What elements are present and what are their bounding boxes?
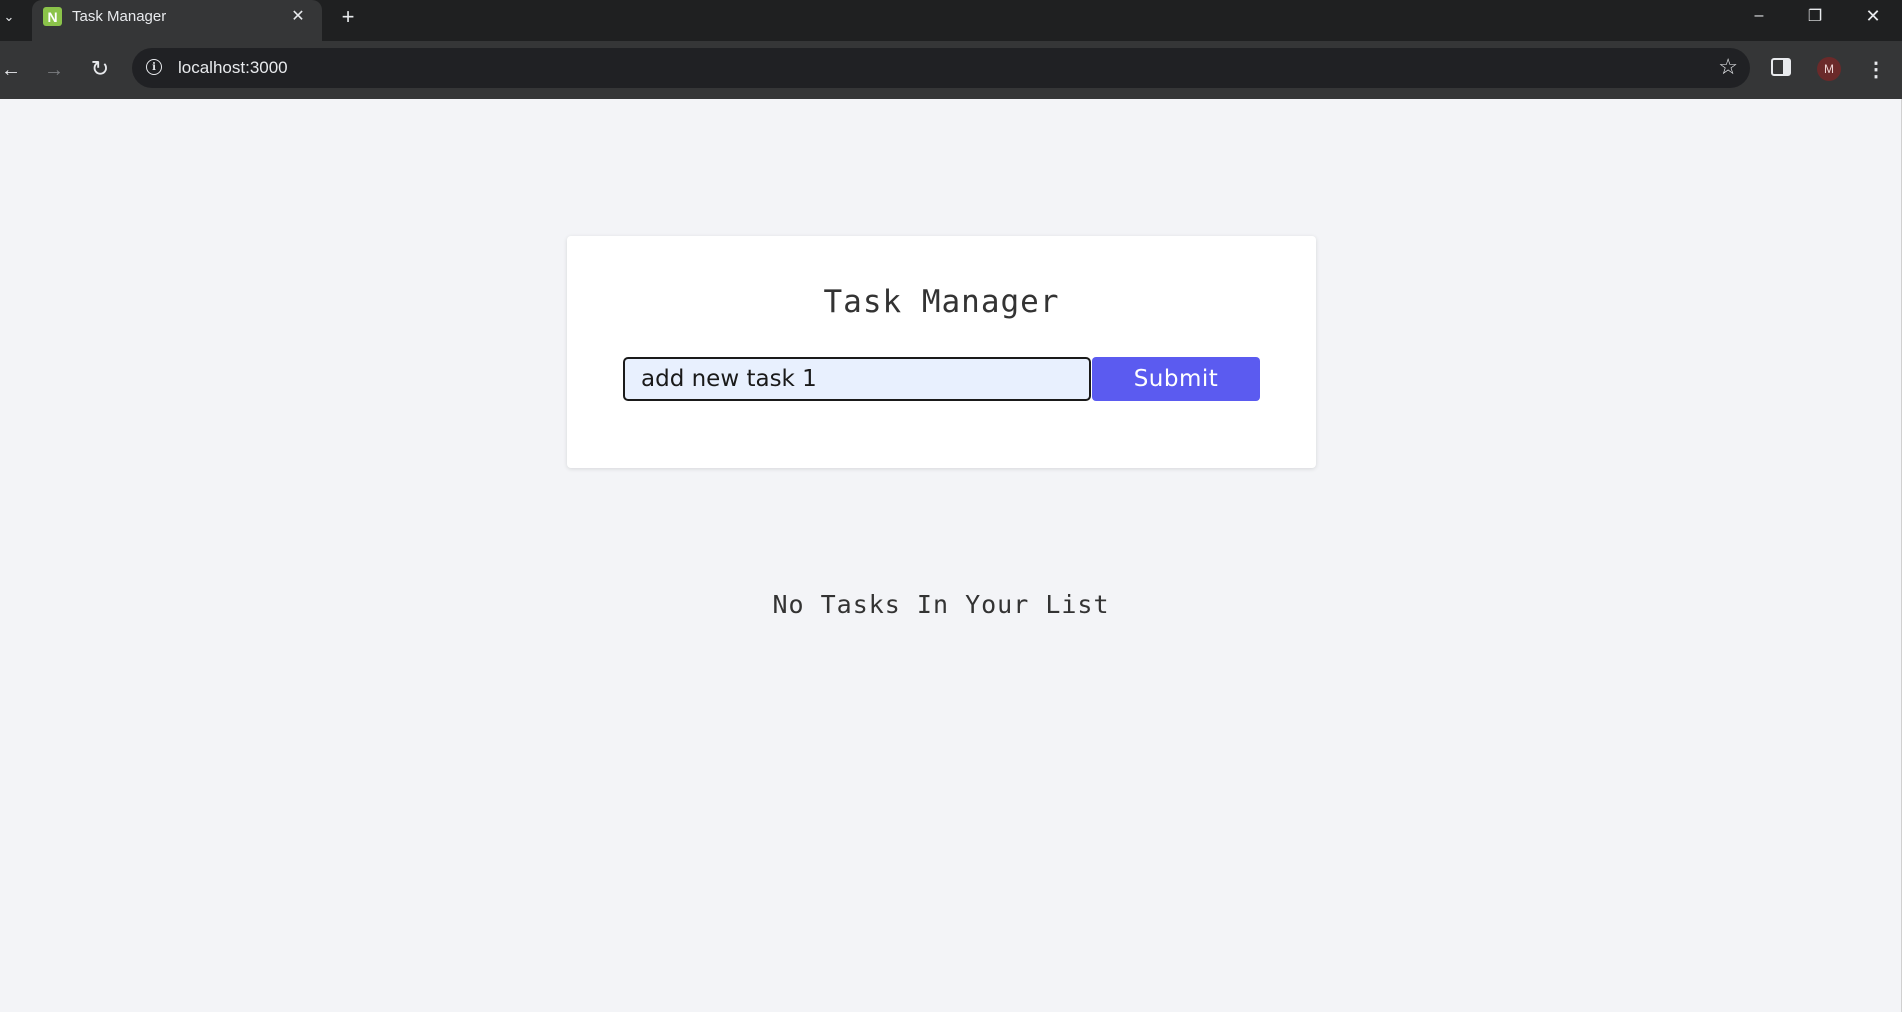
empty-list-message: No Tasks In Your List bbox=[772, 590, 1110, 619]
submit-button[interactable]: Submit bbox=[1092, 357, 1260, 401]
tab-strip: ⌄ N Task Manager ✕ + ‒ ❐ ✕ bbox=[0, 0, 1902, 41]
side-panel-icon[interactable] bbox=[1771, 58, 1791, 76]
page-title: Task Manager bbox=[823, 284, 1060, 320]
close-window-icon[interactable]: ✕ bbox=[1845, 0, 1901, 32]
reload-icon[interactable]: ↻ bbox=[85, 54, 115, 84]
info-icon[interactable]: i bbox=[146, 59, 162, 75]
kebab-menu-icon[interactable]: ⋮ bbox=[1866, 56, 1886, 82]
close-icon[interactable]: ✕ bbox=[286, 4, 310, 28]
avatar[interactable]: M bbox=[1817, 57, 1841, 81]
favicon-icon: N bbox=[43, 7, 62, 26]
task-form-card: Task Manager Submit bbox=[567, 236, 1316, 468]
task-input[interactable] bbox=[623, 357, 1091, 401]
star-icon[interactable]: ☆ bbox=[1718, 54, 1738, 80]
minimize-icon[interactable]: ‒ bbox=[1731, 0, 1787, 32]
url-text[interactable]: localhost:3000 bbox=[178, 58, 288, 78]
browser-tab[interactable]: N Task Manager ✕ bbox=[32, 0, 322, 41]
plus-icon[interactable]: + bbox=[334, 3, 362, 31]
chevron-down-icon[interactable]: ⌄ bbox=[0, 6, 18, 28]
browser-toolbar: ← → ↻ i localhost:3000 ☆ bbox=[0, 41, 1902, 99]
tab-title: Task Manager bbox=[72, 8, 167, 25]
forward-arrow-icon[interactable]: → bbox=[39, 55, 69, 85]
restore-icon[interactable]: ❐ bbox=[1787, 0, 1843, 32]
address-bar[interactable]: i localhost:3000 ☆ bbox=[132, 48, 1750, 88]
back-arrow-icon[interactable]: ← bbox=[0, 55, 26, 85]
